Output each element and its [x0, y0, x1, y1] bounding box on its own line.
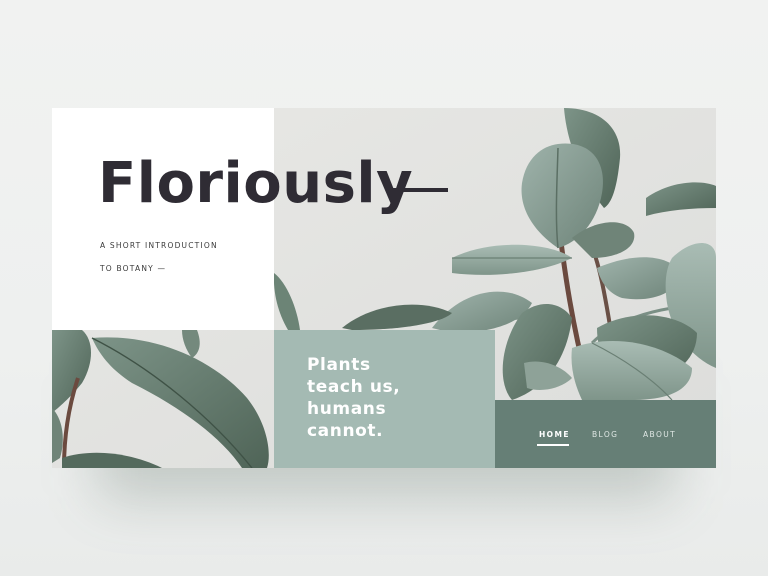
nav-item-blog[interactable]: BLOG [592, 430, 618, 439]
quote-line: teach us, [307, 377, 401, 397]
subtitle-line: A SHORT INTRODUCTION [100, 241, 218, 250]
quote-text: Plants teach us, humans cannot. [307, 354, 447, 442]
quote-line: Plants [307, 355, 371, 375]
nav-active-underline [537, 444, 569, 446]
page-title: Floriously [98, 151, 414, 216]
quote-panel: Plants teach us, humans cannot. [274, 330, 495, 468]
quote-line: cannot. [307, 421, 384, 441]
title-dash [388, 188, 448, 192]
subtitle-line: TO BOTANY — [100, 264, 167, 273]
main-nav: HOME BLOG ABOUT [495, 400, 716, 468]
page-subtitle: A SHORT INTRODUCTION TO BOTANY — [100, 234, 260, 280]
nav-item-about[interactable]: ABOUT [643, 430, 676, 439]
quote-line: humans [307, 399, 387, 419]
title-panel [52, 108, 274, 330]
nav-item-home[interactable]: HOME [539, 430, 570, 439]
hero-card: Floriously A SHORT INTRODUCTION TO BOTAN… [52, 108, 716, 468]
